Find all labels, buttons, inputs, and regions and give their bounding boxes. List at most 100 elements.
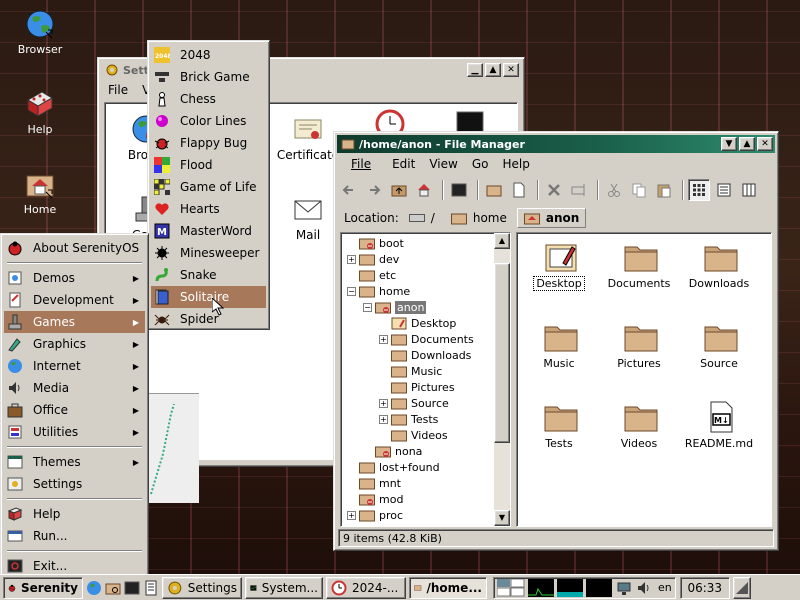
tree-item-mod[interactable]: mod [347,491,403,507]
expand-icon[interactable]: + [347,254,356,264]
tree-item-downloads[interactable]: Downloads [379,347,471,363]
menu-view[interactable]: View [422,157,464,171]
file-icon-view[interactable]: Desktop Documents Downloads Music Pictures So… [516,232,772,527]
start-menu-item-media[interactable]: Media ▶ [4,377,145,399]
file-manager-window[interactable]: /home/anon - File Manager ▼ ▲ ✕ File Edi… [333,131,779,551]
expand-icon[interactable]: + [347,510,356,520]
terminal-button[interactable] [448,179,470,201]
tree-item-pictures[interactable]: Pictures [379,379,455,395]
view-columns-button[interactable] [738,179,760,201]
menu-file[interactable]: File [337,157,385,171]
menu-help[interactable]: Help [495,157,536,171]
keyboard-layout[interactable]: en [658,581,672,594]
breadcrumb-anon[interactable]: anon [516,208,587,228]
expand-icon[interactable]: + [379,398,388,408]
quicklaunch-file-manager[interactable] [105,577,121,599]
cut-button[interactable] [603,179,625,201]
task-calendar[interactable]: 2024-... [326,576,406,599]
close-button[interactable]: ✕ [503,63,519,77]
start-menu-item-settings[interactable]: Settings [4,473,145,495]
start-menu[interactable]: About SerenityOS Demos ▶ Development ▶ Games ▶… [0,233,149,577]
start-menu-item-games[interactable]: Games ▶ [4,311,145,333]
menu-edit[interactable]: Edit [385,157,422,171]
tree-item-videos[interactable]: Videos [379,427,448,443]
file-manager-titlebar[interactable]: /home/anon - File Manager ▼ ▲ ✕ [337,135,775,153]
memory-graph-icon[interactable] [557,578,583,597]
view-list-button[interactable] [713,179,735,201]
network-graph-icon[interactable] [586,578,612,597]
collapse-icon[interactable]: − [347,286,356,296]
collapse-icon[interactable]: − [363,302,372,312]
quicklaunch-text-editor[interactable] [143,577,159,599]
audio-volume-icon[interactable] [636,580,652,596]
tree-item-mnt[interactable]: mnt [347,475,401,491]
scroll-thumb[interactable] [494,263,510,443]
home-button[interactable] [413,179,435,201]
expand-icon[interactable]: + [379,334,388,344]
start-menu-item-internet[interactable]: Internet ▶ [4,355,145,377]
new-folder-button[interactable] [483,179,505,201]
tree-scrollbar[interactable]: ▲ ▼ [494,233,510,526]
games-menu-item-solitaire[interactable]: Solitaire [151,286,266,308]
start-menu-item-demos[interactable]: Demos ▶ [4,267,145,289]
start-menu-item-utilities[interactable]: Utilities ▶ [4,421,145,443]
start-button[interactable]: Serenity [3,576,83,599]
view-icons-button[interactable] [688,179,710,201]
tree-item-dev[interactable]: + dev [347,251,399,267]
menu-go[interactable]: Go [465,157,496,171]
tree-item-anon[interactable]: − anon [363,299,427,315]
tree-item-home[interactable]: − home [347,283,410,299]
paste-button[interactable] [653,179,675,201]
file-item-source[interactable]: Source [679,321,759,370]
start-menu-item-run[interactable]: Run... [4,525,145,547]
tree-item-desktop[interactable]: Desktop [379,315,456,331]
quicklaunch-terminal[interactable] [124,577,140,599]
file-item-tests[interactable]: Tests [519,401,599,450]
breadcrumb-home[interactable]: home [445,209,513,227]
minimize-button[interactable]: ▁ [467,63,483,77]
scroll-down-arrow-icon[interactable]: ▼ [494,510,510,526]
delete-button[interactable] [543,179,565,201]
minimize-button[interactable]: ▼ [721,137,737,151]
tree-item-lost-found[interactable]: lost+found [347,459,440,475]
start-menu-item-help[interactable]: Help [4,503,145,525]
file-item-downloads[interactable]: Downloads [679,241,759,290]
games-menu-item-color-lines[interactable]: Color Lines [151,110,266,132]
file-item-desktop[interactable]: Desktop [519,241,599,291]
start-menu-item-themes[interactable]: Themes ▶ [4,451,145,473]
desktop-icon-browser[interactable]: Browser [0,8,80,56]
expand-icon[interactable]: + [379,414,388,424]
start-menu-item-graphics[interactable]: Graphics ▶ [4,333,145,355]
file-item-documents[interactable]: Documents [599,241,679,290]
task-settings[interactable]: Settings [162,576,242,599]
new-file-button[interactable] [508,179,530,201]
start-menu-item-development[interactable]: Development ▶ [4,289,145,311]
games-menu-item-minesweeper[interactable]: Minesweeper [151,242,266,264]
tree-item-etc[interactable]: etc [347,267,396,283]
tree-item-documents[interactable]: + Documents [379,331,474,347]
tree-item-proc[interactable]: + proc [347,507,403,523]
start-menu-item-office[interactable]: Office ▶ [4,399,145,421]
workspace-switcher-icon[interactable] [497,578,525,597]
desktop-icon-help[interactable]: Help [0,88,80,136]
games-menu-item-chess[interactable]: Chess [151,88,266,110]
copy-button[interactable] [628,179,650,201]
games-menu-item-snake[interactable]: Snake [151,264,266,286]
network-icon[interactable] [616,580,632,596]
task-file-manager[interactable]: /home... [409,576,487,599]
games-menu-item-masterword[interactable]: M MasterWord [151,220,266,242]
file-item-music[interactable]: Music [519,321,599,370]
file-item-pictures[interactable]: Pictures [599,321,679,370]
menu-file[interactable]: File [101,83,135,97]
desktop-icon-home[interactable]: Home [0,168,80,216]
cpu-graph-icon[interactable] [528,578,554,597]
close-button[interactable]: ✕ [757,137,773,151]
maximize-button[interactable]: ▲ [739,137,755,151]
back-button[interactable] [338,179,360,201]
games-menu-item-flood[interactable]: Flood [151,154,266,176]
directory-tree[interactable]: ▲ ▼ boot + dev etc − home − anon Desktop + Documen… [340,232,511,527]
tree-item-source[interactable]: + Source [379,395,449,411]
rename-button[interactable] [568,179,590,201]
task-system-monitor[interactable]: System... [245,576,323,599]
games-submenu[interactable]: 2048 2048 Brick Game Chess Color Lines Flappy… [147,40,270,330]
